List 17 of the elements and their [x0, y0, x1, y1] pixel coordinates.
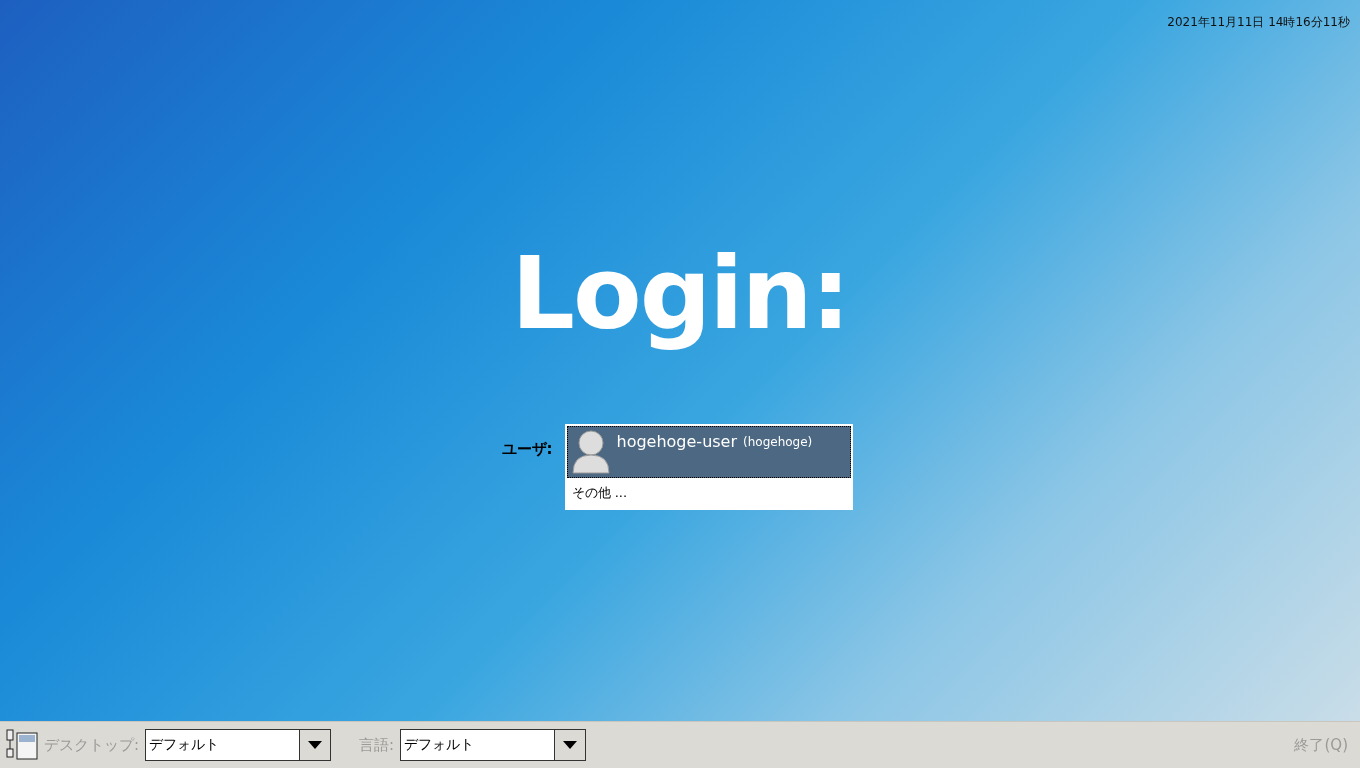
user-avatar-icon: [570, 429, 611, 475]
combo-value: デフォルト: [400, 729, 556, 761]
language-combobox[interactable]: デフォルト: [400, 729, 587, 761]
desktop-label: デスクトップ:: [44, 735, 140, 755]
desktop-session-icon: [6, 729, 38, 761]
dropdown-arrow-icon: [563, 741, 578, 749]
combo-value: デフォルト: [145, 729, 301, 761]
other-user-text: その他 ...: [571, 484, 628, 502]
user-name: hogehoge-user: [616, 432, 738, 451]
clock: 2021年11月11日 14時16分11秒: [1167, 14, 1350, 31]
user-list-item[interactable]: hogehoge-user (hogehoge): [566, 426, 851, 478]
dropdown-arrow-icon: [308, 741, 323, 749]
desktop-combobox[interactable]: デフォルト: [145, 729, 332, 761]
user-login: (hogehoge): [743, 435, 813, 449]
login-title: Login:: [510, 234, 850, 354]
language-label: 言語:: [359, 735, 395, 755]
user-label: ユーザ:: [501, 440, 553, 459]
